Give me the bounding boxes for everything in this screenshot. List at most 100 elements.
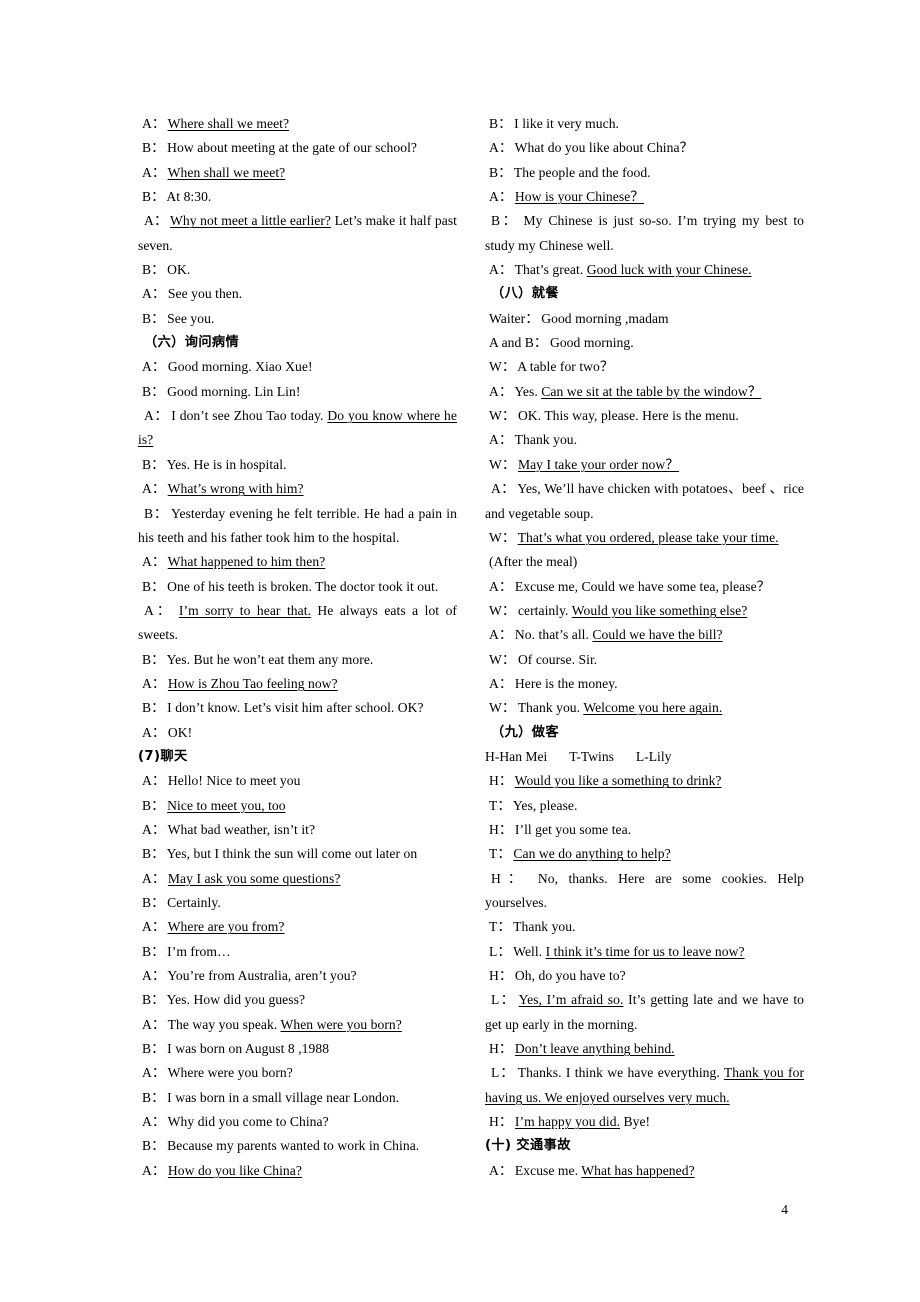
speaker-label: A <box>142 870 152 886</box>
speaker-label: W <box>489 529 502 545</box>
speaker-label: W <box>489 408 502 424</box>
underlined-phrase: What has happened? <box>581 1162 695 1178</box>
underlined-phrase: Welcome you here again. <box>583 700 723 716</box>
dialogue-line: B： I’m from… <box>138 940 457 964</box>
dialogue-line: H： I’ll get you some tea. <box>485 818 804 842</box>
dialogue-text: Yes, but I think the sun will come out l… <box>166 846 418 862</box>
dialogue-line: H： Would you like a something to drink? <box>485 769 804 793</box>
dialogue-text: Thank you. <box>514 432 578 448</box>
dialogue-text: Yes. But he won’t eat them any more. <box>166 651 374 667</box>
dialogue-text: I don’t know. Let’s visit him after scho… <box>167 700 424 716</box>
speaker-separator: ： <box>498 675 513 691</box>
underlined-phrase: What happened to him then? <box>167 554 326 570</box>
dialogue-line: W： OK. This way, please. Here is the men… <box>485 404 804 428</box>
speaker-label: B <box>142 1089 152 1105</box>
speaker-separator: ： <box>151 724 166 740</box>
dialogue-text: Thank you. <box>513 919 576 935</box>
dialogue-line: A： Excuse me. What has happened? <box>485 1159 804 1183</box>
dialogue-line: B： See you. <box>138 307 457 331</box>
underlined-phrase: Can we do anything to help? <box>513 846 671 862</box>
dialogue-line: B： Good morning. Lin Lin! <box>138 380 457 404</box>
dialogue-line: A： Where are you from? <box>138 915 457 939</box>
speaker-separator: ： <box>497 943 511 959</box>
speaker-label: B <box>142 895 152 910</box>
dialogue-text: Yes. How did you guess? <box>166 992 306 1008</box>
dialogue-text: Yes, please. <box>512 797 578 813</box>
dialogue-line: L： Well. I think it’s time for us to lea… <box>485 940 804 964</box>
speaker-label: A <box>144 602 154 618</box>
speaker-label: B <box>142 651 152 667</box>
speaker-label: A and B <box>489 335 534 351</box>
speaker-separator: ： <box>501 359 516 375</box>
dialogue-line: A： I don’t see Zhou Tao today. Do you kn… <box>138 404 457 453</box>
dialogue-text: Good morning. Lin Lin! <box>167 383 301 399</box>
dialogue-text: I was born on August 8 ,1988 <box>167 1041 330 1057</box>
dialogue-text: OK. <box>167 262 191 278</box>
dialogue-text: Excuse me. <box>514 1162 582 1178</box>
dialogue-text: Oh, do you have to? <box>514 968 626 984</box>
dialogue-text: No. that’s all. <box>514 627 593 643</box>
speaker-separator: ： <box>151 554 166 570</box>
role-label: H-Han Mei <box>485 748 548 764</box>
speaker-label: B <box>142 797 152 813</box>
underlined-phrase: How is your Chinese？ <box>514 189 644 205</box>
speaker-separator: ： <box>498 968 513 984</box>
left-text-column: A： Where shall we meet? B： How about meet… <box>138 112 457 1183</box>
dialogue-text: What do you like about China？ <box>514 140 694 156</box>
speaker-separator: ： <box>499 1065 514 1081</box>
dialogue-text: Yesterday evening he felt terrible. He h… <box>138 505 457 545</box>
speaker-separator: ： <box>500 870 529 886</box>
underlined-phrase: When were you born? <box>280 1016 402 1032</box>
speaker-label: A <box>489 432 499 448</box>
speaker-separator: ： <box>151 968 166 984</box>
dialogue-line: A： Where shall we meet? <box>138 112 457 136</box>
speaker-label: B <box>142 383 152 399</box>
dialogue-text: OK! <box>167 724 193 740</box>
dialogue-line: A： I’m sorry to hear that. He always eat… <box>138 599 457 648</box>
dialogue-line: L： Yes, I’m afraid so. It’s getting late… <box>485 988 804 1037</box>
speaker-label: B <box>489 116 499 131</box>
speaker-separator: ： <box>498 1114 513 1130</box>
speaker-separator: ： <box>151 797 165 813</box>
underlined-phrase: Could we have the bill? <box>592 627 723 643</box>
speaker-label: W <box>489 651 502 667</box>
dialogue-text: How about meeting at the gate of our sch… <box>167 140 418 156</box>
speaker-label: A <box>142 554 152 570</box>
stage-direction: (After the meal) <box>489 554 578 570</box>
dialogue-line: A： See you then. <box>138 282 457 306</box>
dialogue-text: A table for two？ <box>517 359 614 375</box>
dialogue-text: Excuse me, Could we have some tea, pleas… <box>514 578 771 594</box>
speaker-separator: ： <box>498 1162 513 1178</box>
role-label: T-Twins <box>569 748 614 764</box>
dialogue-text: Because my parents wanted to work in Chi… <box>167 1138 420 1154</box>
speaker-label: B <box>142 578 152 594</box>
speaker-label: W <box>489 700 502 716</box>
speaker-separator: ： <box>501 700 516 716</box>
speaker-separator: ： <box>151 992 165 1008</box>
speaker-separator: ： <box>498 383 513 399</box>
speaker-separator: ： <box>151 578 165 594</box>
dialogue-text: My Chinese is just so-so. I’m trying my … <box>485 213 804 253</box>
dialogue-line: A： When shall we meet? <box>138 161 457 185</box>
speaker-label: A <box>144 213 154 229</box>
dialogue-text: No, thanks. Here are some cookies. Help … <box>485 870 805 910</box>
dialogue-line: A： Why did you come to China? <box>138 1110 457 1134</box>
underlined-phrase: When shall we meet? <box>167 164 286 180</box>
speaker-separator: ： <box>151 1089 165 1105</box>
speaker-separator: ： <box>151 1114 166 1130</box>
dialogue-text: certainly. <box>517 602 572 618</box>
speaker-label: A <box>489 383 499 399</box>
dialogue-text: Well. <box>513 943 546 959</box>
speaker-separator: ： <box>498 627 513 643</box>
speaker-label: A <box>142 675 152 691</box>
dialogue-text: See you then. <box>167 286 243 302</box>
underlined-phrase: Can we sit at the table by the window？ <box>541 383 762 399</box>
dialogue-text: Yes, We’ll have chicken with potatoes、be… <box>485 481 804 521</box>
underlined-phrase: Nice to meet you, too <box>167 797 286 813</box>
dialogue-text: You’re from Australia, aren’t you? <box>167 968 357 984</box>
dialogue-text: See you. <box>167 310 215 326</box>
speaker-label: W <box>489 359 502 375</box>
speaker-label: A <box>142 1016 152 1032</box>
dialogue-line: A： What bad weather, isn’t it? <box>138 818 457 842</box>
dialogue-line: W： May I take your order now？ <box>485 453 804 477</box>
